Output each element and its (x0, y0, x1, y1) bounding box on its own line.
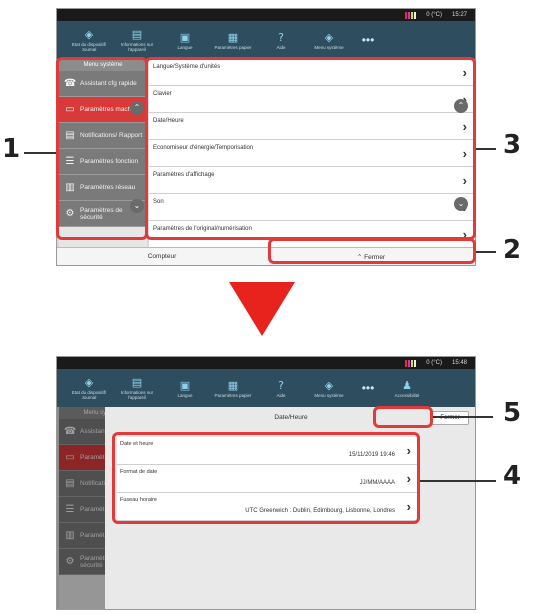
callout-line-3 (476, 148, 496, 150)
toolbar-label: Aide (276, 44, 286, 50)
toolbar-device-info[interactable]: ▤ Informations sur l'appareil (113, 28, 161, 52)
toner-level-icon (405, 359, 417, 367)
language-icon: ▣ (179, 30, 191, 44)
system-menu-icon: ◈ (324, 378, 334, 392)
toolbar-help[interactable]: ? Aide (257, 31, 305, 50)
toolbar-label: Etat du dispositif/ Journal (71, 42, 107, 52)
help-icon: ? (278, 30, 284, 44)
device-info-icon: ▤ (131, 28, 143, 41)
toolbar-label: Etat du dispositif/ Journal (71, 390, 107, 400)
status-bar: 0 (°C) 15:48 (57, 357, 475, 369)
accessibility-icon: ♟ (402, 378, 412, 392)
callout-box-2 (268, 238, 476, 264)
toolbar-label: Accessibilité (394, 392, 420, 398)
top-toolbar: ◈ Etat du dispositif/ Journal ▤ Informat… (57, 369, 475, 407)
toolbar-label: Langue (177, 44, 193, 50)
callout-box-1 (56, 57, 148, 240)
toolbar-language[interactable]: ▣ Langue (161, 31, 209, 50)
toolbar-device-status[interactable]: ◈ Etat du dispositif/ Journal (65, 28, 113, 52)
toolbar-system-menu[interactable]: ◈ Menu système (305, 31, 353, 50)
toolbar-label: Paramètres papier (214, 44, 252, 50)
callout-line-5 (433, 416, 493, 418)
callout-box-5 (373, 406, 433, 428)
toner-level-icon (405, 11, 417, 19)
clock-text: 15:48 (451, 360, 467, 366)
toolbar-label: Menu système (314, 392, 344, 398)
callout-number-3: 3 (503, 130, 522, 160)
callout-line-1 (24, 152, 56, 154)
toolbar-label: Paramètres papier (214, 392, 252, 398)
dialog-close-button[interactable]: Fermer (431, 411, 469, 425)
toolbar-paper-settings[interactable]: ▦ Paramètres papier (209, 31, 257, 50)
paper-settings-icon: ▦ (227, 30, 239, 44)
language-icon: ▣ (179, 378, 191, 392)
toolbar-label: Menu système (314, 44, 344, 50)
top-toolbar: ◈ Etat du dispositif/ Journal ▤ Informat… (57, 21, 475, 59)
counter-button[interactable]: Compteur (57, 248, 267, 265)
device-status-icon: ◈ (84, 376, 94, 389)
temperature-text: 0 (°C) (426, 12, 442, 18)
help-icon: ? (278, 378, 284, 392)
toolbar-accessibility[interactable]: ♟ Accessibilité (383, 379, 431, 398)
toolbar-label: Informations sur l'appareil (120, 390, 154, 400)
toolbar-system-menu[interactable]: ◈ Menu système (305, 379, 353, 398)
toolbar-language[interactable]: ▣ Langue (161, 379, 209, 398)
system-menu-icon: ◈ (324, 30, 334, 44)
arrow-down-icon (229, 282, 295, 336)
callout-number-5: 5 (503, 398, 522, 428)
toolbar-device-info[interactable]: ▤ Informations sur l'appareil (113, 376, 161, 400)
device-info-icon: ▤ (131, 376, 143, 389)
toolbar-label: Langue (177, 392, 193, 398)
callout-number-1: 1 (2, 134, 21, 164)
more-icon[interactable]: ••• (353, 381, 383, 395)
callout-box-4 (112, 432, 420, 524)
toolbar-label: Aide (276, 392, 286, 398)
toolbar-device-status[interactable]: ◈ Etat du dispositif/ Journal (65, 376, 113, 400)
temperature-text: 0 (°C) (426, 360, 442, 366)
callout-box-3 (145, 57, 476, 240)
status-bar: 0 (°C) 15:27 (57, 9, 475, 21)
toolbar-help[interactable]: ? Aide (257, 379, 305, 398)
paper-settings-icon: ▦ (227, 378, 239, 392)
callout-line-4 (420, 480, 496, 482)
device-status-icon: ◈ (84, 28, 94, 41)
callout-number-4: 4 (503, 461, 522, 491)
toolbar-paper-settings[interactable]: ▦ Paramètres papier (209, 379, 257, 398)
callout-number-2: 2 (503, 235, 522, 265)
more-icon[interactable]: ••• (353, 33, 383, 47)
toolbar-label: Informations sur l'appareil (120, 42, 154, 52)
clock-text: 15:27 (451, 12, 467, 18)
callout-line-2 (476, 251, 496, 253)
